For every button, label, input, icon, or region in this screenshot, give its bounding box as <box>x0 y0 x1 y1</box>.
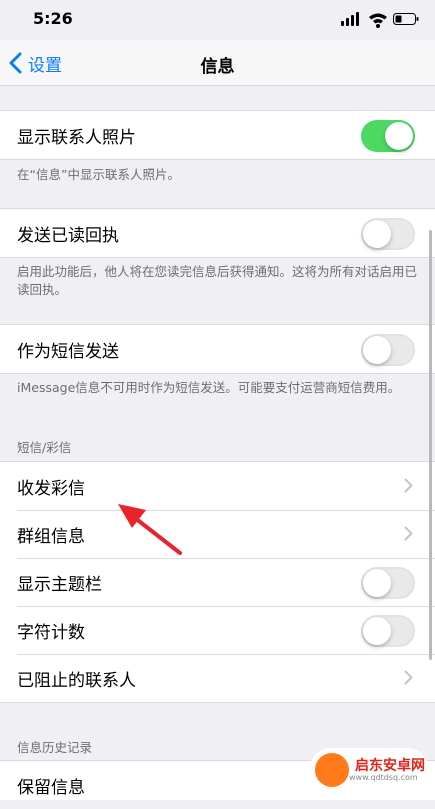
navigation-bar: 设置 信息 <box>0 40 435 86</box>
read-receipts-row: 发送已读回执 <box>0 209 435 257</box>
contacts-photo-label: 显示联系人照片 <box>17 127 136 148</box>
watermark-text-block: 启东安卓网 www.qdtdsq.com <box>349 759 425 782</box>
sms-row-mms[interactable]: 收发彩信 <box>0 462 435 510</box>
read-receipts-group: 发送已读回执 <box>0 208 435 258</box>
watermark-text: 启东安卓网 <box>355 757 425 774</box>
watermark-logo-icon <box>315 753 349 787</box>
subject-field-toggle[interactable] <box>361 567 415 599</box>
status-bar: 5:26 <box>0 0 435 40</box>
send-as-sms-group: 作为短信发送 <box>0 324 435 374</box>
read-receipts-note: 启用此功能后，他人将在您读完信息后获得通知。这将为所有对话启用已读回执。 <box>17 264 418 297</box>
scrollbar[interactable] <box>429 230 432 660</box>
contacts-photo-toggle[interactable] <box>361 120 415 152</box>
toggle-knob <box>363 617 391 645</box>
send-as-sms-label: 作为短信发送 <box>17 341 119 362</box>
send-as-sms-toggle[interactable] <box>361 334 415 366</box>
toggle-knob <box>363 569 391 597</box>
contacts-photo-row: 显示联系人照片 <box>0 111 435 159</box>
history-section-header: 信息历史记录 <box>17 740 93 755</box>
mms-label: 收发彩信 <box>17 478 85 499</box>
blocked-contacts-label: 已阻止的联系人 <box>17 670 136 691</box>
page-title: 信息 <box>200 57 235 77</box>
send-as-sms-row: 作为短信发送 <box>0 325 435 373</box>
chevron-right-icon <box>404 670 413 685</box>
sms-row-subject-field: 显示主题栏 <box>0 558 435 606</box>
contacts-photo-group: 显示联系人照片 <box>0 110 435 160</box>
sms-group: 收发彩信 群组信息 显示主题栏 字符计数 已阻止的联系人 <box>0 461 435 703</box>
watermark-url: www.qdtdsq.com <box>349 772 418 782</box>
send-as-sms-note: iMessage信息不可用时作为短信发送。可能要支付运营商短信费用。 <box>17 380 401 395</box>
chevron-right-icon <box>404 526 413 541</box>
group-messaging-label: 群组信息 <box>17 526 85 547</box>
contacts-photo-note: 在“信息”中显示联系人照片。 <box>17 167 180 182</box>
toggle-knob <box>363 220 391 248</box>
chevron-right-icon <box>404 478 413 493</box>
sms-row-blocked-contacts[interactable]: 已阻止的联系人 <box>0 654 435 702</box>
watermark-badge: 启东安卓网 www.qdtdsq.com <box>309 748 429 792</box>
sms-row-group-messaging[interactable]: 群组信息 <box>0 510 435 558</box>
signal-icon <box>341 12 359 26</box>
sms-row-character-count: 字符计数 <box>0 606 435 654</box>
read-receipts-label: 发送已读回执 <box>17 225 119 246</box>
wifi-icon <box>369 13 387 28</box>
status-icons <box>341 12 419 28</box>
character-count-label: 字符计数 <box>17 622 85 643</box>
status-time: 5:26 <box>33 9 73 28</box>
toggle-knob <box>363 336 391 364</box>
character-count-toggle[interactable] <box>361 615 415 647</box>
subject-field-label: 显示主题栏 <box>17 574 102 595</box>
toggle-knob <box>385 122 413 150</box>
battery-icon <box>393 13 419 25</box>
read-receipts-toggle[interactable] <box>361 218 415 250</box>
sms-section-header: 短信/彩信 <box>17 440 72 455</box>
